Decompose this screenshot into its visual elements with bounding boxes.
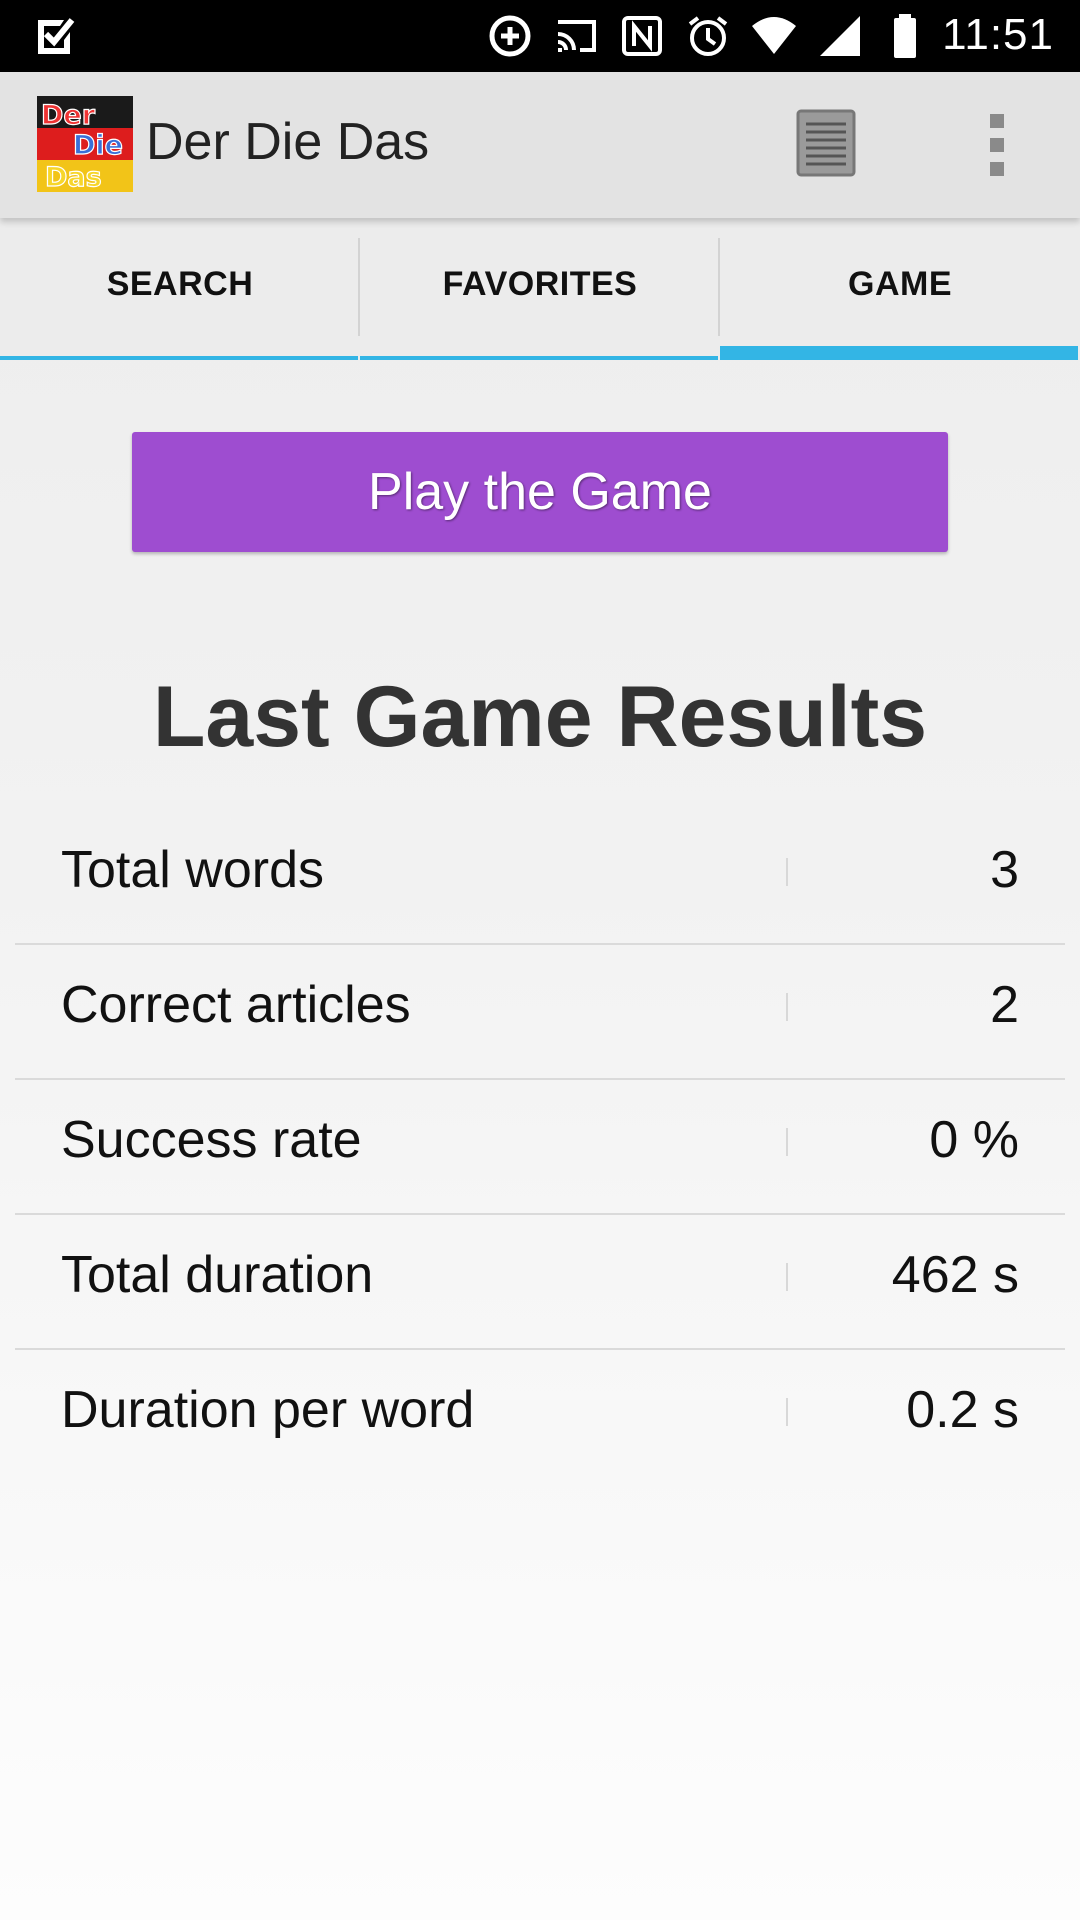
logo-word-das: Das [45, 162, 102, 192]
table-row: Correct articles 2 [15, 945, 1065, 1080]
stat-label: Total duration [61, 1246, 374, 1304]
tab-indicator [360, 356, 718, 360]
column-divider [786, 993, 788, 1021]
column-divider [786, 1398, 788, 1426]
table-row: Duration per word 0.2 s [15, 1350, 1065, 1485]
tab-game[interactable]: GAME [720, 218, 1080, 360]
tab-label: FAVORITES [442, 264, 638, 303]
table-row: Total words 3 [15, 810, 1065, 945]
signal-icon [816, 12, 864, 60]
stat-label: Success rate [61, 1111, 362, 1169]
table-row: Total duration 462 s [15, 1215, 1065, 1350]
stat-label: Correct articles [61, 976, 411, 1034]
column-divider [786, 1263, 788, 1291]
logo-word-der: Der [41, 100, 96, 131]
tab-label: SEARCH [106, 264, 254, 303]
tab-bar: SEARCH FAVORITES GAME [0, 218, 1080, 360]
list-icon[interactable] [795, 108, 857, 178]
tab-search[interactable]: SEARCH [0, 218, 360, 360]
stat-label: Total words [61, 841, 324, 899]
stat-value: 0.2 s [906, 1381, 1019, 1439]
app-logo: Der Die Das [37, 96, 133, 192]
logo-word-die: Die [73, 130, 123, 161]
wifi-icon [750, 12, 798, 60]
cast-icon [552, 12, 600, 60]
stat-value: 462 s [891, 1246, 1019, 1304]
stat-value: 0 % [929, 1111, 1019, 1169]
tab-indicator [0, 356, 358, 360]
battery-icon [882, 12, 930, 60]
status-bar: 11:51 [0, 0, 1080, 72]
tab-label: GAME [848, 264, 952, 303]
tab-favorites[interactable]: FAVORITES [360, 218, 720, 360]
app-bar: Der Die Das Der Die Das [0, 72, 1080, 218]
nfc-icon [618, 12, 666, 60]
play-game-button[interactable]: Play the Game [132, 432, 948, 552]
table-row: Success rate 0 % [15, 1080, 1065, 1215]
results-table: Total words 3 Correct articles 2 Success… [15, 810, 1065, 1485]
app-title: Der Die Das [146, 113, 430, 171]
results-title: Last Game Results [152, 669, 928, 765]
overflow-menu-icon[interactable] [982, 112, 1012, 178]
tab-indicator-active [720, 346, 1078, 360]
clock: 11:51 [942, 10, 1054, 59]
stat-value: 3 [990, 841, 1019, 899]
alarm-icon [684, 12, 732, 60]
data-saver-icon [486, 12, 534, 60]
column-divider [786, 858, 788, 886]
stat-value: 2 [990, 976, 1019, 1034]
stat-label: Duration per word [61, 1381, 475, 1439]
check-notification-icon [34, 14, 78, 58]
column-divider [786, 1128, 788, 1156]
